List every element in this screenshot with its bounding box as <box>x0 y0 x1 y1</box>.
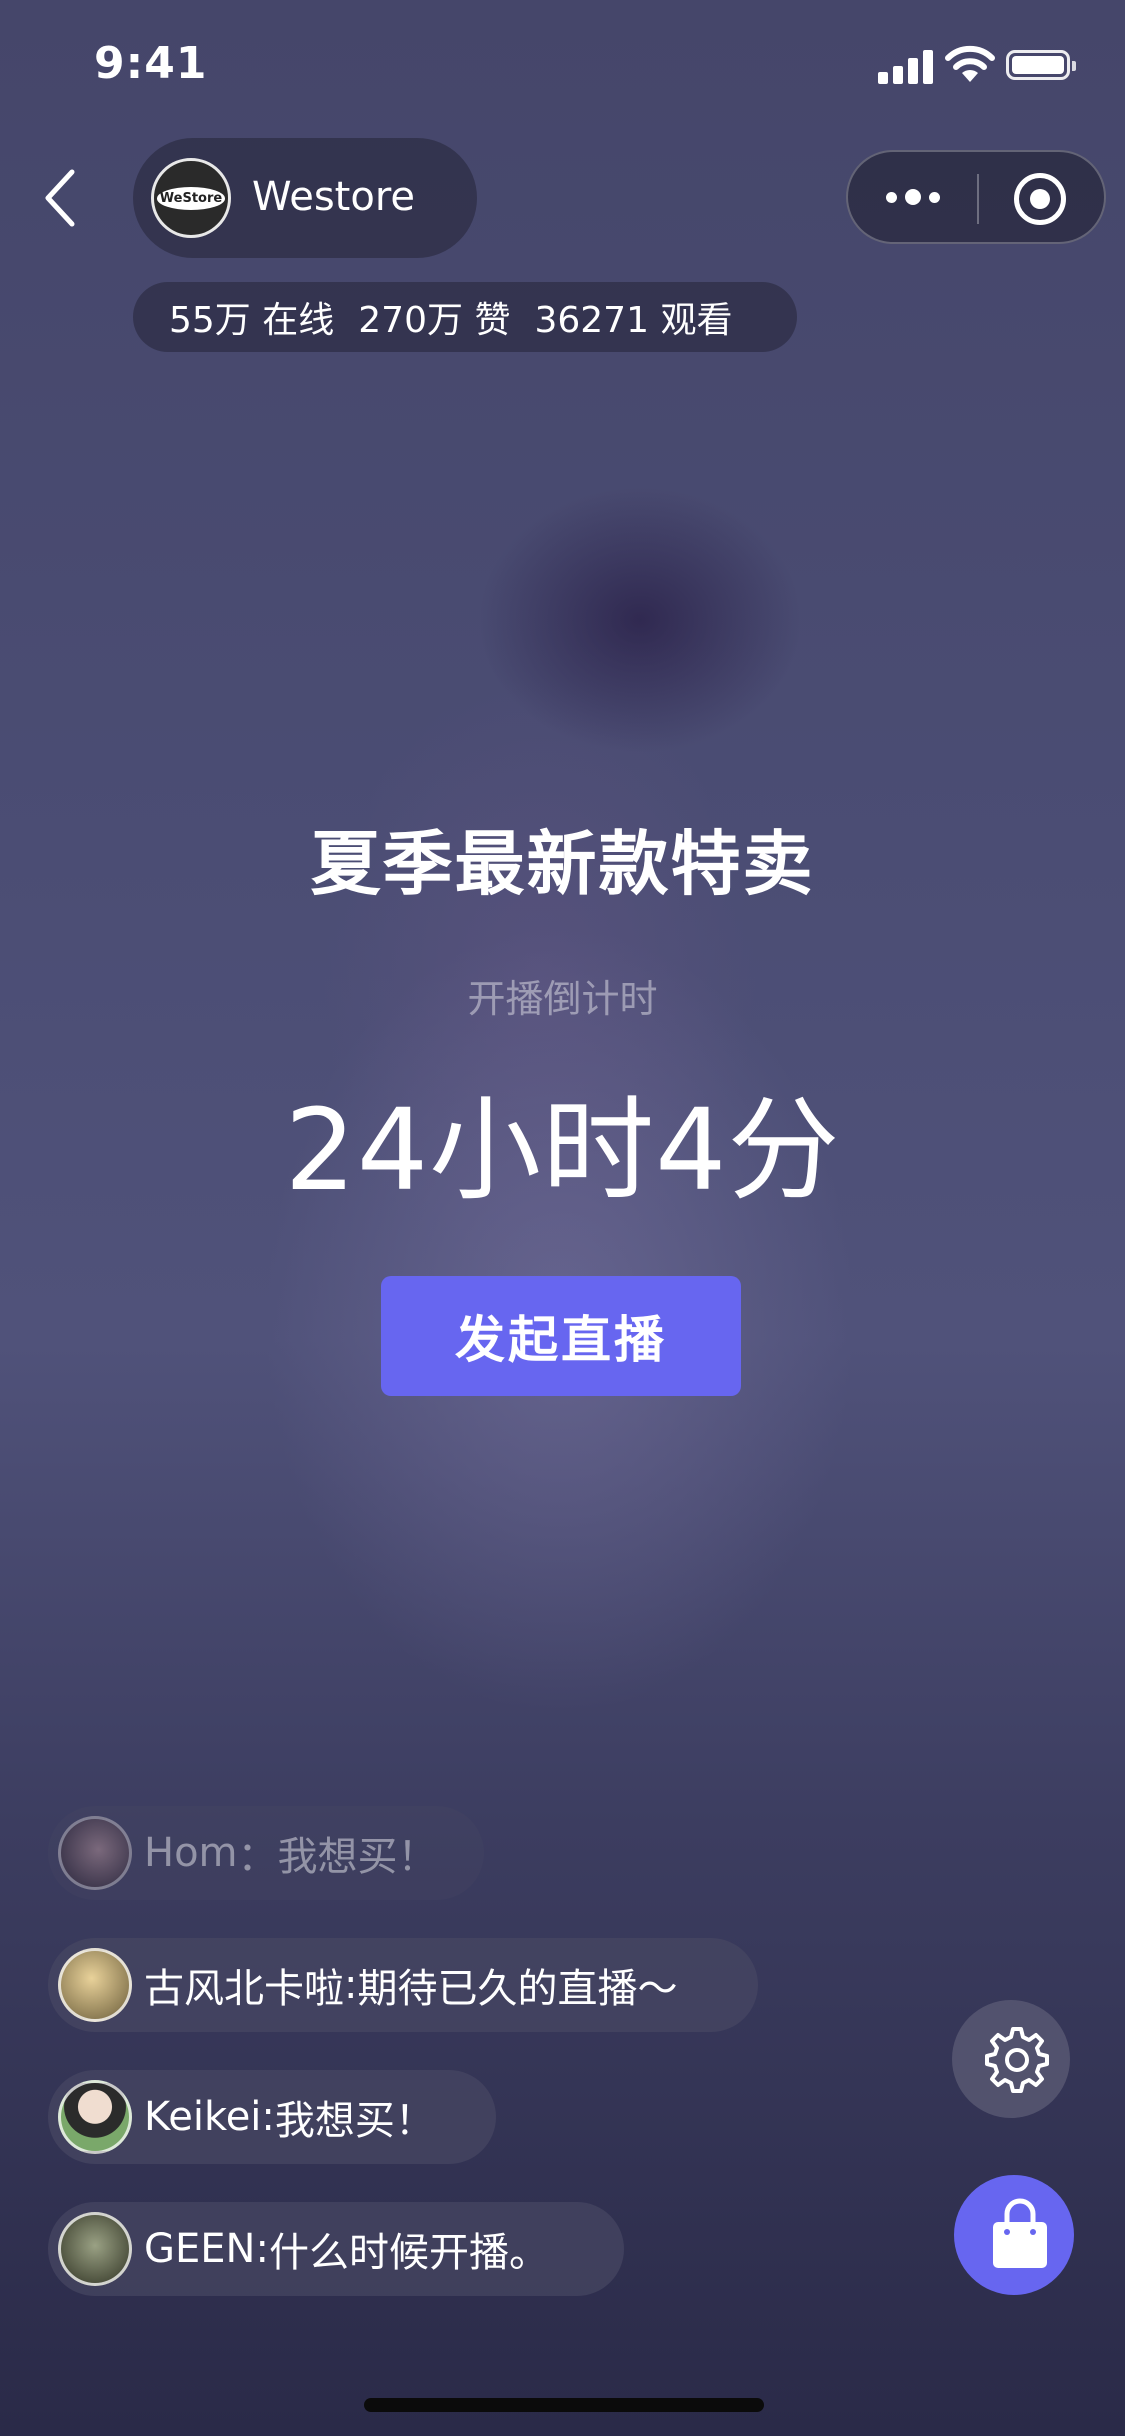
comment-item: Hom：我想买！ <box>48 1806 484 1900</box>
avatar <box>58 1948 132 2022</box>
comment-separator: : <box>255 2226 269 2272</box>
more-icon[interactable] <box>886 188 944 208</box>
wifi-icon <box>945 45 995 82</box>
start-live-button[interactable]: 发起直播 <box>381 1276 741 1396</box>
cellular-signal-icon <box>878 48 934 84</box>
gear-icon <box>985 2027 1049 2093</box>
comment-separator: : <box>261 2094 275 2140</box>
comment-text: 什么时候开播。 <box>268 2230 549 2276</box>
live-title: 夏季最新款特卖 <box>310 823 815 905</box>
countdown-value: 24小时4分 <box>284 1086 841 1216</box>
comment-text: 期待已久的直播～ <box>357 1966 678 2012</box>
avatar <box>58 1816 132 1890</box>
countdown-label: 开播倒计时 <box>467 977 658 1021</box>
comment-text: 我想买！ <box>274 2098 435 2144</box>
mini-program-capsule <box>846 150 1106 244</box>
stat-online: 55万 在线 <box>169 300 335 341</box>
settings-button[interactable] <box>952 2000 1070 2118</box>
home-indicator <box>364 2398 764 2412</box>
avatar <box>58 2080 132 2154</box>
comment-separator: : <box>344 1962 358 2008</box>
capsule-divider <box>977 174 979 224</box>
record-icon[interactable] <box>1014 173 1066 225</box>
comment-text: 我想买！ <box>277 1834 438 1880</box>
shop-logo: WeStore <box>151 158 231 238</box>
back-icon[interactable] <box>42 168 82 228</box>
comment-user: Keikei <box>144 2094 262 2140</box>
comment-item: 古风北卡啦: 期待已久的直播～ <box>48 1938 758 2032</box>
comment-user: 古风北卡啦 <box>144 1966 344 2012</box>
live-stats-bar: 55万 在线 270万 赞 36271 观看 <box>133 282 797 352</box>
comment-user: Hom <box>144 1830 238 1876</box>
comment-separator: ： <box>237 1834 278 1880</box>
shop-name: Westore <box>252 174 415 220</box>
avatar <box>58 2212 132 2286</box>
stat-views: 36271 观看 <box>534 300 733 341</box>
shopping-bag-button[interactable] <box>954 2175 1074 2295</box>
stat-likes: 270万 赞 <box>358 300 511 341</box>
comment-item: Keikei: 我想买！ <box>48 2070 496 2164</box>
battery-icon <box>1006 50 1076 80</box>
shopping-bag-icon <box>993 2198 1047 2268</box>
comment-user: GEEN <box>144 2226 256 2272</box>
status-time: 9:41 <box>94 38 208 89</box>
comment-item: GEEN: 什么时候开播。 <box>48 2202 624 2296</box>
